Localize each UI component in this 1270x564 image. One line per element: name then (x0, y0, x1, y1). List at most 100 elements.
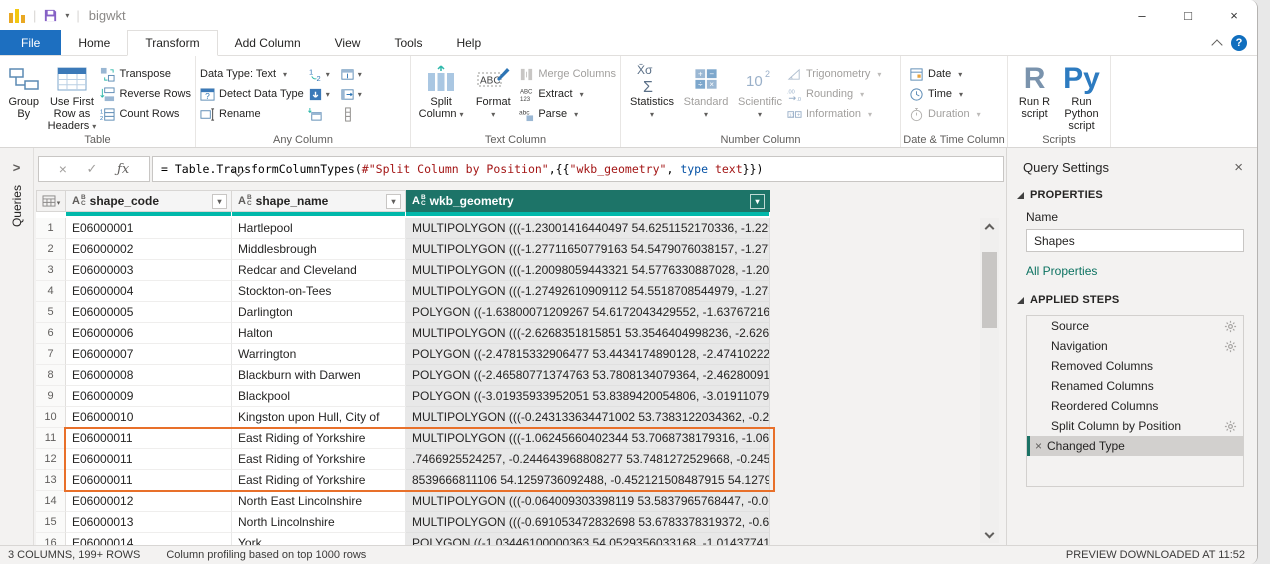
cell-shape-name[interactable]: North East Lincolnshire (232, 491, 406, 512)
cell-shape-name[interactable]: Blackburn with Darwen (232, 365, 406, 386)
menu-tab-help[interactable]: Help (439, 30, 498, 55)
detect-data-type-button[interactable]: ? Detect Data Type (200, 84, 304, 104)
help-icon[interactable]: ? (1231, 35, 1247, 51)
queries-pane-label[interactable]: Queries (10, 185, 24, 227)
save-dropdown-icon[interactable] (62, 11, 69, 20)
standard-button[interactable]: +− ÷× Standard (679, 59, 733, 121)
cell-wkb-geometry[interactable]: MULTIPOLYGON (((-0.243133634471002 53.73… (406, 407, 770, 428)
count-rows-button[interactable]: 1 2 Count Rows (100, 104, 191, 124)
table-row[interactable]: 1E06000001HartlepoolMULTIPOLYGON (((-1.2… (36, 218, 770, 239)
filter-dropdown-icon[interactable] (750, 194, 765, 209)
parse-button[interactable]: abc Parse (519, 104, 616, 124)
menu-tab-file[interactable]: File (0, 30, 61, 55)
rounding-button[interactable]: .00 .0 Rounding (787, 84, 881, 104)
table-row[interactable]: 7E06000007WarringtonPOLYGON ((-2.4781533… (36, 344, 770, 365)
cell-shape-name[interactable]: East Riding of Yorkshire (232, 428, 406, 449)
table-row[interactable]: 11E06000011East Riding of YorkshireMULTI… (36, 428, 770, 449)
menu-tab-home[interactable]: Home (61, 30, 127, 55)
run-r-script-button[interactable]: R Run R script (1012, 59, 1057, 120)
cell-shape-name[interactable]: Redcar and Cleveland (232, 260, 406, 281)
commit-formula-icon[interactable]: ✓ (87, 161, 98, 177)
transpose-button[interactable]: Transpose (100, 64, 191, 84)
save-icon[interactable] (43, 8, 58, 23)
gear-icon[interactable] (1224, 320, 1237, 333)
scientific-button[interactable]: 10 2 Scientific (733, 59, 787, 121)
table-row[interactable]: 6E06000006HaltonMULTIPOLYGON (((-2.62683… (36, 323, 770, 344)
all-properties-link[interactable]: All Properties (1007, 252, 1257, 278)
fx-icon[interactable]: ƒx (117, 162, 129, 177)
move-button[interactable] (308, 104, 340, 124)
split-column-button[interactable]: Split Column (415, 59, 467, 121)
cell-shape-code[interactable]: E06000011 (66, 470, 232, 491)
trigonometry-button[interactable]: Trigonometry (787, 64, 881, 84)
menu-tab-add-column[interactable]: Add Column (218, 30, 318, 55)
rename-button[interactable]: Rename (200, 104, 304, 124)
cell-wkb-geometry[interactable]: POLYGON ((-3.01935933952051 53.838942005… (406, 386, 770, 407)
use-first-row-button[interactable]: Use First Row as Headers (43, 59, 100, 133)
cell-wkb-geometry[interactable]: MULTIPOLYGON (((-1.23001416440497 54.625… (406, 218, 770, 239)
applied-step-split-column-by-position[interactable]: Split Column by Position (1027, 416, 1243, 436)
run-python-script-button[interactable]: Py Run Python script (1057, 59, 1106, 132)
cell-shape-name[interactable]: Darlington (232, 302, 406, 323)
gear-icon[interactable] (1224, 420, 1237, 433)
cell-wkb-geometry[interactable]: MULTIPOLYGON (((-1.27492610909112 54.551… (406, 281, 770, 302)
close-button[interactable]: × (1211, 0, 1257, 30)
menu-tab-view[interactable]: View (318, 30, 378, 55)
table-row[interactable]: 14E06000012North East LincolnshireMULTIP… (36, 491, 770, 512)
table-row[interactable]: 9E06000009BlackpoolPOLYGON ((-3.01935933… (36, 386, 770, 407)
cell-shape-name[interactable]: Stockton-on-Tees (232, 281, 406, 302)
duration-button[interactable]: Duration (909, 104, 981, 124)
time-button[interactable]: Time (909, 84, 981, 104)
cell-wkb-geometry[interactable]: POLYGON ((-2.47815332906477 53.443417489… (406, 344, 770, 365)
table-row[interactable]: 4E06000004Stockton-on-TeesMULTIPOLYGON (… (36, 281, 770, 302)
cell-shape-code[interactable]: E06000012 (66, 491, 232, 512)
formula-input[interactable]: = Table.TransformColumnTypes(#"Split Col… (152, 156, 1004, 182)
filter-dropdown-icon[interactable] (212, 194, 227, 209)
menu-tab-tools[interactable]: Tools (377, 30, 439, 55)
applied-step-removed-columns[interactable]: Removed Columns (1027, 356, 1243, 376)
group-by-button[interactable]: Group By (4, 59, 43, 120)
cell-shape-code[interactable]: E06000011 (66, 428, 232, 449)
pivot-column-button[interactable] (340, 64, 372, 84)
expand-queries-pane-icon[interactable]: > (13, 160, 21, 175)
cell-shape-code[interactable]: E06000001 (66, 218, 232, 239)
merge-columns-button[interactable]: Merge Columns (519, 64, 616, 84)
cell-wkb-geometry[interactable]: POLYGON ((-1.03446100000363 54.052935603… (406, 533, 770, 545)
vertical-scrollbar[interactable] (980, 218, 999, 543)
cell-shape-name[interactable]: Blackpool (232, 386, 406, 407)
applied-step-navigation[interactable]: Navigation (1027, 336, 1243, 356)
cell-shape-code[interactable]: E06000003 (66, 260, 232, 281)
close-panel-icon[interactable]: × (1234, 161, 1243, 175)
table-row[interactable]: 5E06000005DarlingtonPOLYGON ((-1.6380007… (36, 302, 770, 323)
table-row[interactable]: 10E06000010Kingston upon Hull, City ofMU… (36, 407, 770, 428)
cell-shape-code[interactable]: E06000014 (66, 533, 232, 545)
cell-shape-code[interactable]: E06000002 (66, 239, 232, 260)
column-header-shape-code[interactable]: ABC shape_code (66, 190, 232, 212)
cell-wkb-geometry[interactable]: MULTIPOLYGON (((-1.27711650779163 54.547… (406, 239, 770, 260)
cell-shape-name[interactable]: Warrington (232, 344, 406, 365)
delete-step-icon[interactable]: × (1035, 439, 1042, 453)
maximize-button[interactable]: □ (1165, 0, 1211, 30)
format-button[interactable]: ABC Format (467, 59, 519, 121)
table-row[interactable]: 8E06000008Blackburn with DarwenPOLYGON (… (36, 365, 770, 386)
unpivot-columns-button[interactable] (340, 84, 372, 104)
select-all-corner[interactable] (36, 190, 66, 212)
cell-shape-code[interactable]: E06000005 (66, 302, 232, 323)
cell-wkb-geometry[interactable]: MULTIPOLYGON (((-0.691053472832698 53.67… (406, 512, 770, 533)
cell-wkb-geometry[interactable]: MULTIPOLYGON (((-1.20098059443321 54.577… (406, 260, 770, 281)
information-button[interactable]: 13 + Information (787, 104, 881, 124)
cell-shape-code[interactable]: E06000013 (66, 512, 232, 533)
applied-steps-section-header[interactable]: APPLIED STEPS (1007, 278, 1257, 308)
column-header-wkb-geometry[interactable]: ABC wkb_geometry (406, 190, 770, 212)
cell-shape-name[interactable]: East Riding of Yorkshire (232, 449, 406, 470)
fill-button[interactable] (308, 84, 340, 104)
gear-icon[interactable] (1224, 340, 1237, 353)
cell-shape-code[interactable]: E06000010 (66, 407, 232, 428)
replace-values-button[interactable]: 1 2 (308, 64, 340, 84)
scroll-down-icon[interactable] (980, 527, 999, 543)
cell-wkb-geometry[interactable]: MULTIPOLYGON (((-1.06245660402344 53.706… (406, 428, 770, 449)
cell-shape-code[interactable]: E06000006 (66, 323, 232, 344)
scrollbar-thumb[interactable] (982, 252, 997, 328)
filter-dropdown-icon[interactable] (386, 194, 401, 209)
cell-shape-name[interactable]: North Lincolnshire (232, 512, 406, 533)
